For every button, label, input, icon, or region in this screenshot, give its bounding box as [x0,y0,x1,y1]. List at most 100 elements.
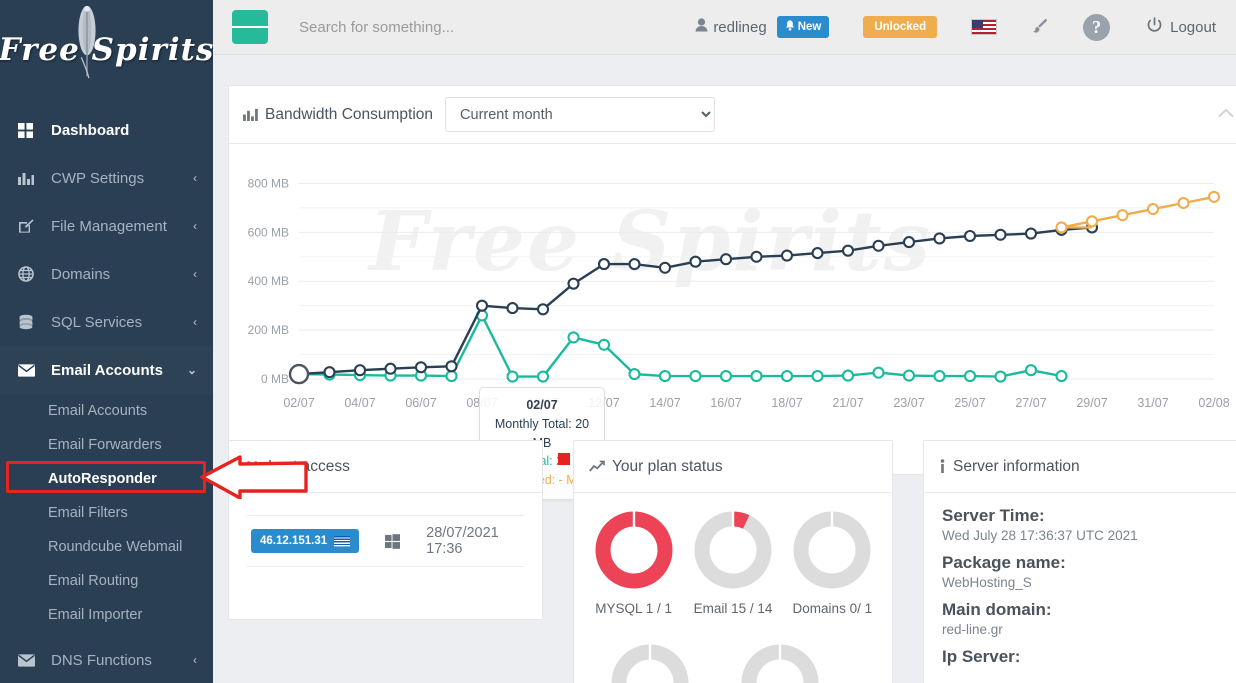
data-point[interactable] [628,368,641,381]
data-point[interactable] [841,369,855,382]
data-point[interactable] [1085,215,1099,228]
sidebar: Free Spirits Dashboard CWP Settings ‹ Fi… [0,0,213,683]
logout-button[interactable]: Logout [1146,16,1216,38]
period-select[interactable]: Current month Last month Last 6 months L… [445,97,716,132]
data-point[interactable] [841,244,855,257]
logout-label: Logout [1170,18,1216,36]
data-point[interactable] [963,370,977,383]
sidebar-item-sql-services[interactable]: SQL Services ‹ [0,298,213,346]
data-point[interactable] [750,250,763,263]
sidebar-item-domains[interactable]: Domains ‹ [0,250,213,298]
donut-chart [741,644,819,683]
data-point[interactable] [719,253,733,266]
data-point[interactable] [445,360,458,373]
data-point[interactable] [780,249,794,262]
top-bar: redlineg New Unlocked ? Logout [213,0,1236,55]
unlocked-badge[interactable]: Unlocked [863,16,938,38]
data-point[interactable] [780,370,794,383]
data-point[interactable] [994,228,1007,241]
submenu-item-email-importer[interactable]: Email Importer [0,598,213,632]
data-point[interactable] [902,369,916,382]
data-point[interactable] [872,366,885,379]
data-point[interactable] [445,370,458,383]
submenu-item-roundcube-webmail[interactable]: Roundcube Webmail [0,530,213,564]
data-point[interactable] [597,258,611,271]
data-point[interactable] [1146,203,1160,216]
ip-address-label: 46.12.151.31 [260,535,328,547]
sidebar-item-dashboard[interactable]: Dashboard [0,106,213,154]
donut-label: MYSQL 1 / 1 [595,601,673,616]
data-point[interactable] [933,370,946,383]
globe-icon [18,266,40,282]
chart-bar-icon [18,171,40,185]
data-point[interactable] [750,370,763,383]
data-point[interactable] [323,366,336,379]
data-point[interactable] [1024,364,1038,377]
data-point[interactable] [719,370,733,383]
main-content: Bandwidth Consumption Current month Last… [213,55,1236,683]
gr-flag-icon [334,535,351,547]
donut-gap [632,511,635,528]
data-point[interactable] [506,370,519,383]
submenu-item-email-filters[interactable]: Email Filters [0,496,213,530]
data-point[interactable] [567,277,580,290]
search-input[interactable] [297,17,696,37]
paintbrush-icon[interactable] [1031,18,1049,36]
data-point[interactable] [1024,227,1038,240]
data-point[interactable] [811,370,824,383]
data-point[interactable] [1055,221,1068,234]
hovered-data-point[interactable] [288,363,310,385]
ip-badge[interactable]: 46.12.151.31 [251,529,360,553]
donut-chart [611,644,689,683]
data-point[interactable] [994,370,1007,383]
data-point[interactable] [658,261,672,274]
data-point[interactable] [1207,190,1221,203]
submenu-item-email-routing[interactable]: Email Routing [0,564,213,598]
data-point[interactable] [902,236,916,249]
brand-logo[interactable]: Free Spirits [0,0,213,100]
data-point[interactable] [1055,370,1068,383]
data-point[interactable] [628,258,641,271]
series-line-monthly-total [297,226,1094,376]
chevron-left-icon: ‹ [193,653,197,667]
user-menu[interactable]: redlineg [695,18,767,36]
data-point[interactable] [689,255,702,268]
notifications-badge[interactable]: New [776,16,830,38]
us-flag-icon[interactable] [971,19,998,35]
database-icon [18,314,40,330]
chevron-up-icon[interactable] [1218,104,1234,121]
data-point[interactable] [414,361,428,374]
submenu-item-autoresponder[interactable]: AutoResponder [0,462,213,496]
data-point[interactable] [536,370,550,383]
data-point[interactable] [872,239,885,252]
data-point[interactable] [811,247,824,260]
data-point[interactable] [597,338,611,351]
data-point[interactable] [689,370,702,383]
data-point[interactable] [506,302,519,315]
sidebar-item-email-accounts[interactable]: Email Accounts ⌄ [0,346,213,394]
submenu-item-email-forwarders[interactable]: Email Forwarders [0,428,213,462]
data-point[interactable] [353,364,367,377]
plan-status-title: Your plan status [612,457,723,475]
donut-gap [648,644,652,661]
data-point[interactable] [658,370,672,383]
data-point[interactable] [536,303,550,316]
menu-toggle-button[interactable] [232,10,268,44]
x-axis-tick-label: 02/08 [1198,396,1229,410]
submenu-item-email-accounts[interactable]: Email Accounts [0,394,213,428]
question-mark-icon[interactable]: ? [1083,13,1111,41]
sidebar-item-file-management[interactable]: File Management ‹ [0,202,213,250]
data-point[interactable] [963,229,977,243]
data-point[interactable] [567,331,580,344]
data-point[interactable] [1116,209,1129,222]
sidebar-item-cwp-settings[interactable]: CWP Settings ‹ [0,154,213,202]
legend-swatch [558,453,571,465]
server-info-key: Main domain: [942,600,1052,619]
y-axis-tick-label: 600 MB [248,225,289,239]
data-point[interactable] [933,232,946,245]
submenu-label: Roundcube Webmail [48,539,183,555]
data-point[interactable] [1177,196,1190,210]
data-point[interactable] [384,362,397,375]
sidebar-item-dns-functions[interactable]: DNS Functions ‹ [0,636,213,683]
data-point[interactable] [475,299,489,312]
